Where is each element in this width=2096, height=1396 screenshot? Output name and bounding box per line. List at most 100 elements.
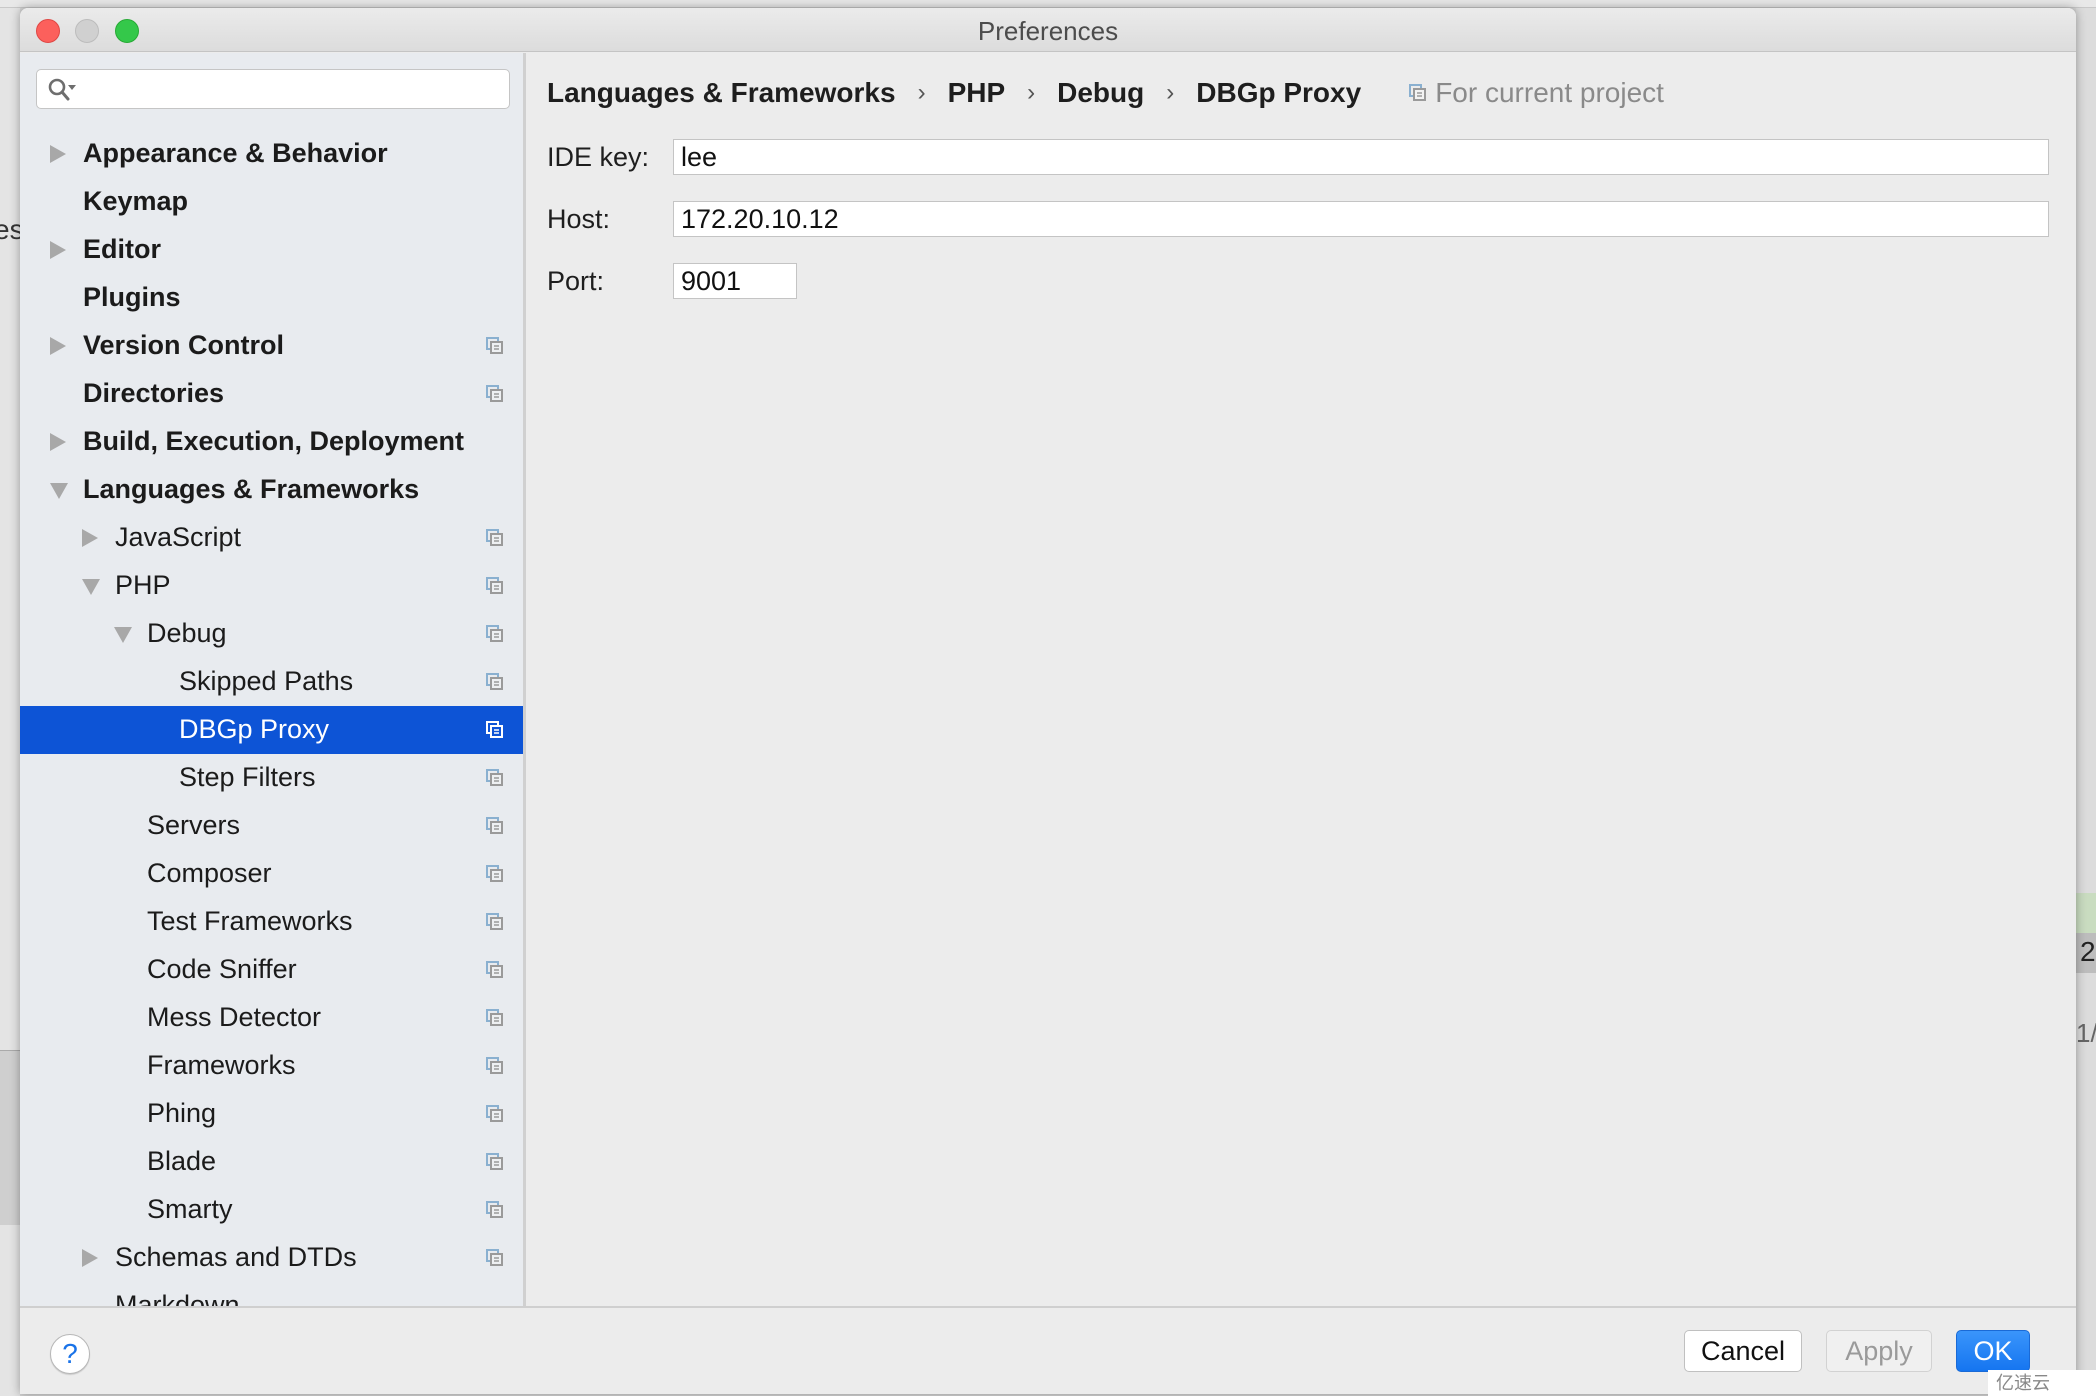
sidebar-item-label: Build, Execution, Deployment xyxy=(83,426,465,456)
sidebar-item-markdown[interactable]: Markdown xyxy=(20,1282,523,1306)
project-settings-icon xyxy=(486,625,503,642)
sidebar-item-debug[interactable]: Debug xyxy=(20,610,523,658)
project-settings-icon xyxy=(486,817,503,834)
sidebar-item-label: Plugins xyxy=(83,282,181,312)
sidebar-item-code-sniffer[interactable]: Code Sniffer xyxy=(20,946,523,994)
sidebar-item-servers[interactable]: Servers xyxy=(20,802,523,850)
port-input[interactable] xyxy=(673,263,797,299)
search-icon[interactable] xyxy=(47,76,77,104)
breadcrumb-separator: › xyxy=(1027,79,1036,106)
sidebar-item-label: Frameworks xyxy=(147,1050,296,1080)
breadcrumb-item: DBGp Proxy xyxy=(1196,77,1362,108)
project-settings-icon xyxy=(486,673,503,690)
project-settings-icon xyxy=(486,1057,503,1074)
sidebar-item-label: Debug xyxy=(147,618,227,648)
port-label: Port: xyxy=(547,266,605,296)
sidebar-item-dbgp-proxy[interactable]: DBGp Proxy xyxy=(20,706,523,754)
chevron-right-icon[interactable] xyxy=(50,145,66,163)
project-settings-icon xyxy=(486,865,503,882)
project-settings-icon xyxy=(486,769,503,786)
sidebar-item-php[interactable]: PHP xyxy=(20,562,523,610)
project-settings-icon xyxy=(486,913,503,930)
sidebar-item-label: Phing xyxy=(147,1098,217,1128)
sidebar-item-test-frameworks[interactable]: Test Frameworks xyxy=(20,898,523,946)
ide-key-input[interactable] xyxy=(673,139,2049,175)
sidebar-item-label: Mess Detector xyxy=(147,1002,322,1032)
sidebar-item-label: Keymap xyxy=(83,186,189,216)
sidebar-item-label: Step Filters xyxy=(179,762,316,792)
sidebar-item-label: Servers xyxy=(147,810,241,840)
project-settings-icon xyxy=(486,529,503,546)
sidebar-item-label: Version Control xyxy=(83,330,285,360)
project-settings-icon xyxy=(486,1201,503,1218)
sidebar-item-label: Languages & Frameworks xyxy=(83,474,420,504)
breadcrumb: Languages & Frameworks › PHP › Debug › D… xyxy=(547,77,1664,109)
apply-button[interactable]: Apply xyxy=(1826,1330,1932,1372)
sidebar-item-version-control[interactable]: Version Control xyxy=(20,322,523,370)
background-text-fragment: 1/ xyxy=(2076,1018,2096,1048)
dbgp-proxy-settings-panel: Languages & Frameworks › PHP › Debug › D… xyxy=(529,53,2076,1306)
chevron-right-icon[interactable] xyxy=(50,337,66,355)
cancel-button[interactable]: Cancel xyxy=(1684,1330,1802,1372)
sidebar-item-blade[interactable]: Blade xyxy=(20,1138,523,1186)
sidebar-item-label: Schemas and DTDs xyxy=(115,1242,357,1272)
sidebar-item-label: Smarty xyxy=(147,1194,233,1224)
help-button[interactable]: ? xyxy=(50,1334,90,1374)
background-panel-left xyxy=(0,1050,20,1225)
sidebar-item-label: Code Sniffer xyxy=(147,954,297,984)
sidebar-item-mess-detector[interactable]: Mess Detector xyxy=(20,994,523,1042)
sidebar-item-composer[interactable]: Composer xyxy=(20,850,523,898)
chevron-down-icon[interactable] xyxy=(82,579,100,595)
host-input[interactable] xyxy=(673,201,2049,237)
sidebar-item-editor[interactable]: Editor xyxy=(20,226,523,274)
sidebar-item-label: Skipped Paths xyxy=(179,666,354,696)
ok-button[interactable]: OK xyxy=(1956,1330,2030,1372)
sidebar-item-directories[interactable]: Directories xyxy=(20,370,523,418)
title-bar[interactable]: Preferences xyxy=(20,8,2076,52)
sidebar-item-appearance-behavior[interactable]: Appearance & Behavior xyxy=(20,130,523,178)
sidebar-item-label: Appearance & Behavior xyxy=(83,138,388,168)
project-settings-icon xyxy=(486,1249,503,1266)
project-settings-icon xyxy=(1409,84,1427,101)
sidebar-item-javascript[interactable]: JavaScript xyxy=(20,514,523,562)
host-label: Host: xyxy=(547,204,611,234)
sidebar-item-label: Blade xyxy=(147,1146,217,1176)
background-highlight-right xyxy=(2076,893,2096,933)
project-settings-icon xyxy=(486,337,503,354)
chevron-right-icon[interactable] xyxy=(82,529,98,547)
sidebar-item-label: Test Frameworks xyxy=(147,906,353,936)
background-window-right xyxy=(2076,8,2096,1396)
chevron-right-icon[interactable] xyxy=(50,433,66,451)
sidebar-item-schemas-and-dtds[interactable]: Schemas and DTDs xyxy=(20,1234,523,1282)
sidebar-item-frameworks[interactable]: Frameworks xyxy=(20,1042,523,1090)
sidebar-item-skipped-paths[interactable]: Skipped Paths xyxy=(20,658,523,706)
sidebar-item-label: Directories xyxy=(83,378,225,408)
breadcrumb-separator: › xyxy=(1166,79,1175,106)
chevron-down-icon[interactable] xyxy=(114,627,132,643)
background-text-fragment: 2 xyxy=(2080,936,2096,967)
chevron-down-icon[interactable] xyxy=(50,483,68,499)
sidebar-item-label: JavaScript xyxy=(115,522,242,552)
settings-search-input[interactable] xyxy=(36,69,510,109)
breadcrumb-item: Languages & Frameworks xyxy=(547,77,896,108)
sidebar-item-step-filters[interactable]: Step Filters xyxy=(20,754,523,802)
chevron-right-icon[interactable] xyxy=(50,241,66,259)
sidebar-item-phing[interactable]: Phing xyxy=(20,1090,523,1138)
chevron-right-icon[interactable] xyxy=(82,1249,98,1267)
project-settings-icon xyxy=(486,1105,503,1122)
sidebar-item-label: Composer xyxy=(147,858,272,888)
watermark: 亿速云 xyxy=(1988,1370,2096,1396)
sidebar-item-label: Markdown xyxy=(115,1290,240,1306)
sidebar-item-smarty[interactable]: Smarty xyxy=(20,1186,523,1234)
sidebar-item-label: Editor xyxy=(83,234,161,264)
preferences-dialog: Preferences Appearance & Behavior Keymap E… xyxy=(20,8,2076,1394)
scope-indicator: For current project xyxy=(1409,77,1664,109)
sidebar-item-build-execution-deployment[interactable]: Build, Execution, Deployment xyxy=(20,418,523,466)
project-settings-icon xyxy=(486,385,503,402)
sidebar-item-languages-frameworks[interactable]: Languages & Frameworks xyxy=(20,466,523,514)
sidebar-item-keymap[interactable]: Keymap xyxy=(20,178,523,226)
project-settings-icon xyxy=(486,961,503,978)
sidebar-item-plugins[interactable]: Plugins xyxy=(20,274,523,322)
window-title: Preferences xyxy=(977,16,1119,46)
project-settings-icon xyxy=(486,721,503,738)
